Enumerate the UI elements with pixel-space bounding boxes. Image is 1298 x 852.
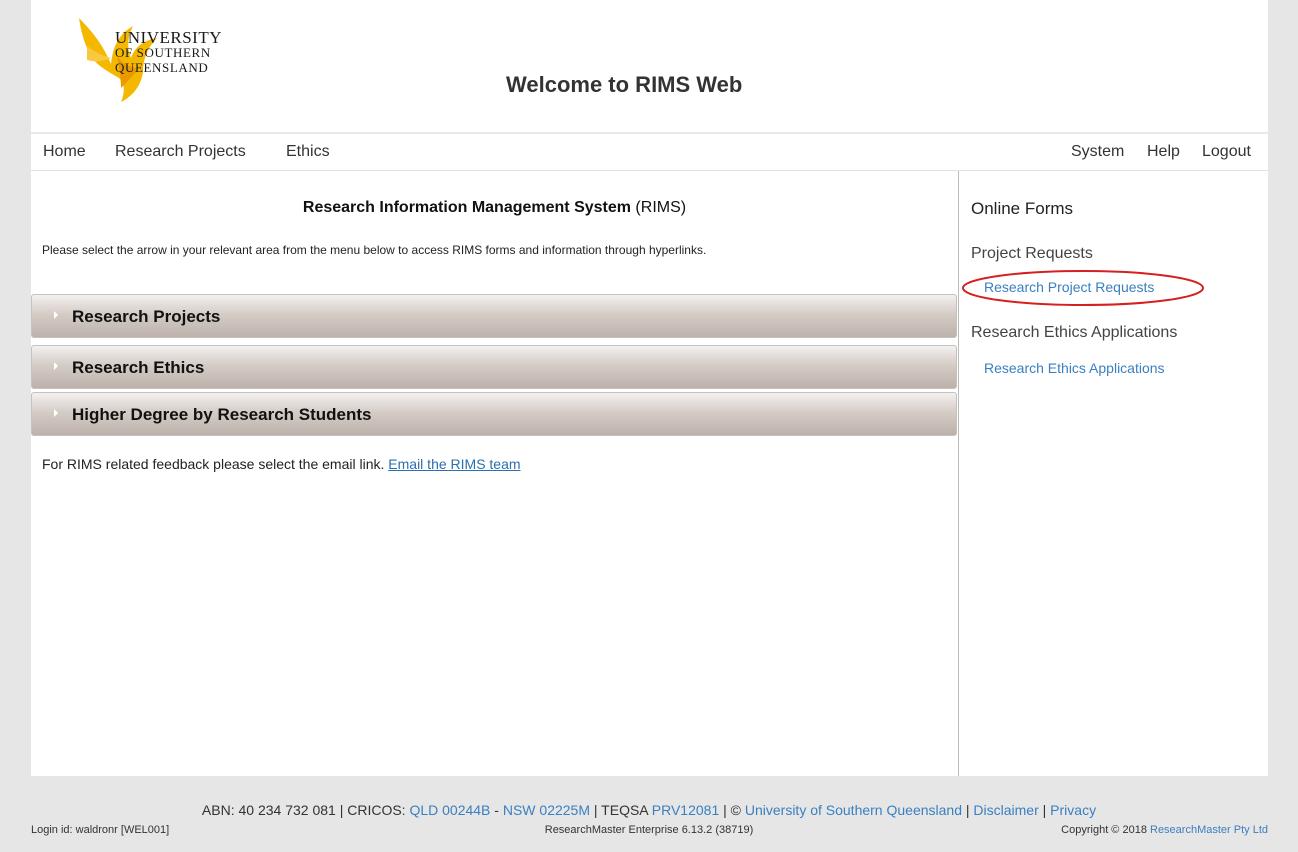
research-ethics-applications-heading: Research Ethics Applications (971, 324, 1178, 341)
accordion-label: Research Ethics (72, 358, 205, 377)
footer-teqsa: | TEQSA (590, 802, 652, 818)
footer-dash: - (490, 802, 503, 818)
page-title: Welcome to RIMS Web (506, 72, 743, 97)
footer-abn: ABN: 40 234 732 081 | CRICOS: (201, 802, 410, 818)
copyright: Copyright © 2018 ResearchMaster Pty Ltd (1061, 824, 1268, 836)
expand-arrow-icon (54, 409, 58, 417)
research-project-requests-link[interactable]: Research Project Requests (984, 279, 1154, 295)
nav-help[interactable]: Help (1147, 143, 1180, 161)
accordion-research-ethics[interactable]: Research Ethics (31, 345, 957, 389)
footer-copy-sep: | © (719, 802, 745, 818)
logo-line-university: UNIVERSITY (115, 28, 222, 47)
university-logo-text: UNIVERSITY OF SOUTHERN QUEENSLAND (115, 28, 222, 75)
logo-line-southern: OF SOUTHERN (115, 45, 211, 60)
main-content: Research Information Management System (… (31, 171, 958, 776)
instructions-text: Please select the arrow in your relevant… (42, 243, 707, 257)
accordion-higher-degree[interactable]: Higher Degree by Research Students (31, 392, 957, 436)
nav-system[interactable]: System (1071, 143, 1124, 161)
nav-home[interactable]: Home (43, 143, 86, 161)
footer-sep: | (1038, 802, 1051, 818)
privacy-link[interactable]: Privacy (1050, 802, 1096, 818)
system-title-bold: Research Information Management System (302, 199, 631, 216)
sidebar: Online Forms Project Requests Research P… (959, 171, 1268, 776)
usq-link[interactable]: University of Southern Queensland (745, 802, 962, 818)
online-forms-heading: Online Forms (971, 199, 1074, 218)
expand-arrow-icon (54, 311, 58, 319)
system-title: Research Information Management System (… (31, 199, 958, 217)
footer-sep: | (961, 802, 974, 818)
top-nav: Home Research Projects Ethics System Hel… (31, 134, 1268, 171)
accordion-label: Higher Degree by Research Students (72, 405, 372, 424)
disclaimer-link[interactable]: Disclaimer (973, 802, 1038, 818)
research-ethics-applications-link[interactable]: Research Ethics Applications (984, 360, 1165, 376)
footer-legal: ABN: 40 234 732 081 | CRICOS: QLD 00244B… (0, 802, 1298, 818)
nav-research-projects[interactable]: Research Projects (115, 143, 246, 161)
cricos-nsw-link[interactable]: NSW 02225M (503, 802, 590, 818)
nav-logout[interactable]: Logout (1202, 143, 1251, 161)
page-container: UNIVERSITY OF SOUTHERN QUEENSLAND Welcom… (31, 0, 1268, 776)
nav-ethics[interactable]: Ethics (286, 143, 330, 161)
expand-arrow-icon (54, 362, 58, 370)
copyright-text: Copyright © 2018 (1061, 824, 1150, 836)
cricos-qld-link[interactable]: QLD 00244B (409, 802, 490, 818)
accordion-research-projects[interactable]: Research Projects (31, 294, 957, 338)
researchmaster-link[interactable]: ResearchMaster Pty Ltd (1150, 824, 1268, 836)
logo-line-queensland: QUEENSLAND (115, 60, 209, 75)
header: UNIVERSITY OF SOUTHERN QUEENSLAND Welcom… (31, 0, 1268, 132)
teqsa-prv-link[interactable]: PRV12081 (652, 802, 719, 818)
email-rims-team-link[interactable]: Email the RIMS team (388, 456, 520, 472)
project-requests-heading: Project Requests (971, 245, 1093, 262)
system-title-suffix: (RIMS) (630, 199, 687, 216)
feedback-text: For RIMS related feedback please select … (42, 456, 521, 472)
accordion-label: Research Projects (72, 307, 221, 326)
feedback-label: For RIMS related feedback please select … (42, 456, 389, 472)
